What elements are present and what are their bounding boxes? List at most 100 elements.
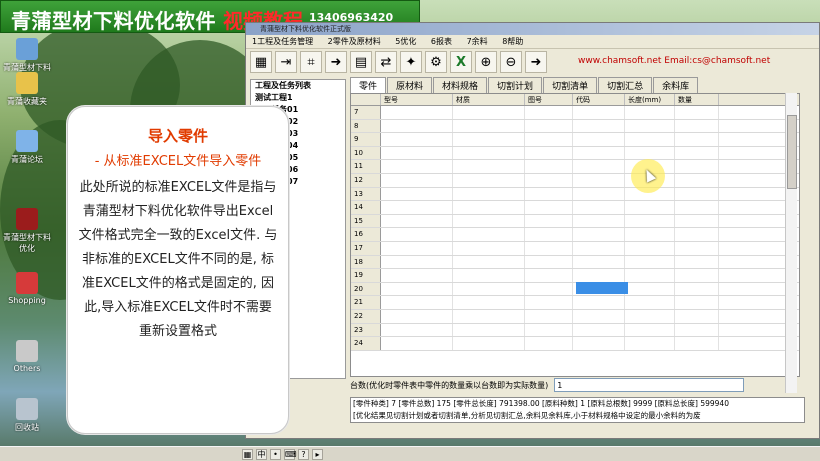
- table-cell[interactable]: [675, 146, 719, 160]
- table-cell[interactable]: [381, 146, 453, 160]
- table-row[interactable]: 17: [351, 241, 799, 256]
- table-row[interactable]: 10: [351, 146, 799, 161]
- table-cell[interactable]: [525, 269, 573, 282]
- table-cell[interactable]: [381, 160, 453, 173]
- table-cell[interactable]: [453, 337, 525, 350]
- table-cell[interactable]: [381, 187, 453, 201]
- table-cell[interactable]: [573, 133, 625, 146]
- optimize-icon[interactable]: ✦: [400, 51, 422, 73]
- table-row[interactable]: 12: [351, 173, 799, 188]
- table-cell[interactable]: [381, 269, 453, 282]
- zoom-out-icon[interactable]: ⊖: [500, 51, 522, 73]
- table-cell[interactable]: [453, 309, 525, 323]
- table-cell[interactable]: [381, 255, 453, 269]
- table-cell[interactable]: [573, 173, 625, 187]
- table-cell[interactable]: [625, 201, 675, 214]
- table-cell[interactable]: [675, 269, 719, 282]
- table-cell[interactable]: [675, 228, 719, 241]
- desktop-icon-shopping[interactable]: Shopping: [0, 272, 54, 305]
- table-cell[interactable]: [625, 337, 675, 350]
- table-cell[interactable]: [381, 133, 453, 146]
- table-cell[interactable]: [381, 323, 453, 337]
- desktop-icon-shortcut[interactable]: 青蒲论坛: [0, 130, 54, 165]
- table-cell[interactable]: [573, 146, 625, 160]
- tab-cutting-list[interactable]: 切割清单: [543, 77, 598, 93]
- exit-icon[interactable]: ➜: [525, 51, 547, 73]
- column-header[interactable]: 型号: [381, 94, 453, 105]
- table-cell[interactable]: [573, 241, 625, 255]
- table-row[interactable]: 11: [351, 160, 799, 174]
- help-icon[interactable]: ?: [298, 449, 309, 460]
- table-cell[interactable]: [675, 282, 719, 296]
- softkeyboard-icon[interactable]: ⌨: [284, 449, 297, 460]
- table-cell[interactable]: [525, 187, 573, 201]
- table-cell[interactable]: [453, 241, 525, 255]
- table-cell[interactable]: [453, 228, 525, 241]
- menu-project[interactable]: 1工程及任务管理: [252, 37, 313, 46]
- table-cell[interactable]: [453, 160, 525, 173]
- table-cell[interactable]: [675, 296, 719, 309]
- table-cell[interactable]: [573, 160, 625, 173]
- table-cell[interactable]: [381, 228, 453, 241]
- tab-parts[interactable]: 零件: [350, 77, 387, 93]
- tree-icon[interactable]: ⌗: [300, 51, 322, 73]
- ime-mode-icon[interactable]: 中: [256, 449, 267, 460]
- arrow-right-icon[interactable]: ➜: [325, 51, 347, 73]
- table-cell[interactable]: [381, 173, 453, 187]
- desktop-icon-wine[interactable]: 青蒲型材下料优化: [0, 208, 54, 254]
- table-row[interactable]: 8: [351, 119, 799, 134]
- column-header[interactable]: 长度(mm): [625, 94, 675, 105]
- table-cell[interactable]: [525, 133, 573, 146]
- menu-remnant[interactable]: 7余料: [467, 37, 488, 46]
- table-cell[interactable]: [381, 119, 453, 133]
- table-cell[interactable]: [625, 241, 675, 255]
- calculator-icon[interactable]: ▦: [250, 51, 272, 73]
- table-cell[interactable]: [453, 146, 525, 160]
- table-cell[interactable]: [381, 309, 453, 323]
- table-row[interactable]: 18: [351, 255, 799, 270]
- table-cell[interactable]: [525, 255, 573, 269]
- table-cell[interactable]: [625, 269, 675, 282]
- table-cell[interactable]: [573, 323, 625, 337]
- website-text[interactable]: www.chamsoft.net Email:cs@chamsoft.net: [578, 56, 770, 66]
- tab-cutting-plan[interactable]: 切割计划: [488, 77, 543, 93]
- keyboard-icon[interactable]: ▦: [242, 449, 253, 460]
- tab-raw-material[interactable]: 原材料: [387, 77, 433, 93]
- table-cell[interactable]: [525, 296, 573, 309]
- table-row[interactable]: 20: [351, 282, 799, 297]
- excel-icon[interactable]: X: [450, 51, 472, 73]
- menu-parts[interactable]: 2零件及原材料: [328, 37, 381, 46]
- table-cell[interactable]: [625, 146, 675, 160]
- table-cell[interactable]: [453, 296, 525, 309]
- grid-scrollbar[interactable]: [785, 93, 797, 393]
- table-row[interactable]: 7: [351, 106, 799, 120]
- menu-help[interactable]: 8帮助: [502, 37, 523, 46]
- table-cell[interactable]: [675, 337, 719, 350]
- table-cell[interactable]: [625, 296, 675, 309]
- table-row[interactable]: 21: [351, 296, 799, 310]
- table-row[interactable]: 19: [351, 269, 799, 283]
- import-icon[interactable]: ⇥: [275, 51, 297, 73]
- table-cell[interactable]: [675, 133, 719, 146]
- table-cell[interactable]: [573, 119, 625, 133]
- table-cell[interactable]: [625, 309, 675, 323]
- table-cell[interactable]: [625, 255, 675, 269]
- tab-remnant-library[interactable]: 余料库: [653, 77, 699, 93]
- table-row[interactable]: 14: [351, 201, 799, 215]
- table-cell[interactable]: [675, 201, 719, 214]
- table-cell[interactable]: [675, 106, 719, 119]
- table-cell[interactable]: [525, 282, 573, 296]
- table-cell[interactable]: [453, 269, 525, 282]
- table-row[interactable]: 16: [351, 228, 799, 242]
- table-cell[interactable]: [573, 214, 625, 228]
- punctuation-icon[interactable]: •: [270, 449, 281, 460]
- table-cell[interactable]: [573, 296, 625, 309]
- table-cell[interactable]: [625, 133, 675, 146]
- column-header[interactable]: 代码: [573, 94, 625, 105]
- table-cell[interactable]: [675, 255, 719, 269]
- column-header[interactable]: 图号: [525, 94, 573, 105]
- table-cell[interactable]: [525, 241, 573, 255]
- table-cell[interactable]: [453, 214, 525, 228]
- table-cell[interactable]: [453, 173, 525, 187]
- tree-item[interactable]: 测试工程1: [251, 92, 345, 104]
